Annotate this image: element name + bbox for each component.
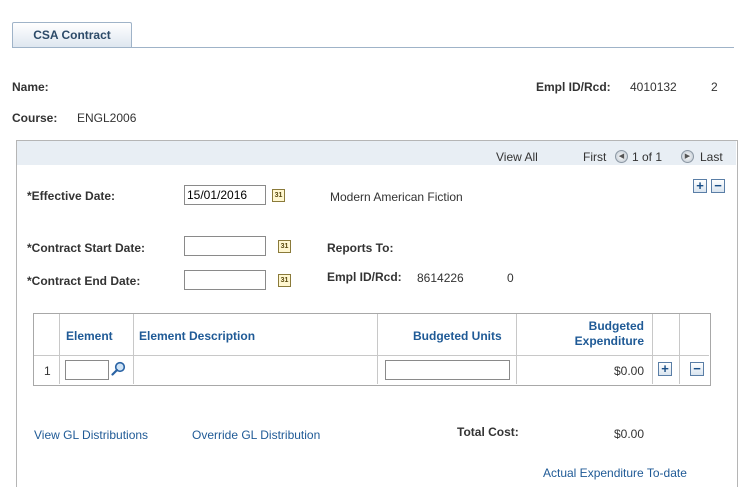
magnifier-icon[interactable] — [111, 361, 127, 377]
delete-row-button[interactable]: − — [711, 179, 725, 193]
empl-id-label: Empl ID/Rcd: — [536, 80, 611, 94]
contract-start-label: *Contract Start Date: — [27, 241, 146, 255]
total-cost-label: Total Cost: — [457, 425, 519, 439]
grid-col-divider — [652, 314, 653, 384]
actual-expenditure-link[interactable]: Actual Expenditure To-date — [543, 466, 687, 480]
reports-empl-rcd: 0 — [507, 271, 514, 285]
effective-date-input[interactable] — [184, 185, 266, 205]
left-arrow-icon[interactable]: ◀ — [615, 150, 628, 163]
view-all-link[interactable]: View All — [496, 150, 538, 164]
grid-col-divider — [679, 314, 680, 384]
name-label: Name: — [12, 80, 49, 94]
contract-end-input[interactable] — [184, 270, 266, 290]
override-gl-distribution-link[interactable]: Override GL Distribution — [192, 428, 320, 442]
right-arrow-icon[interactable]: ▶ — [681, 150, 694, 163]
empl-id-value: 4010132 — [630, 80, 677, 94]
calendar-icon[interactable]: 31 — [278, 240, 291, 253]
grid-header-divider — [34, 355, 709, 356]
grid-col-divider — [377, 314, 378, 384]
budgeted-units-input[interactable] — [385, 360, 510, 380]
tab-divider — [12, 47, 734, 48]
add-row-button[interactable]: + — [693, 179, 707, 193]
empl-rcd-value: 2 — [711, 80, 718, 94]
budgeted-expenditure-value: $0.00 — [613, 364, 644, 378]
view-gl-distributions-link[interactable]: View GL Distributions — [34, 428, 148, 442]
grid-col-divider — [516, 314, 517, 384]
row-count: 1 of 1 — [632, 150, 663, 164]
grid-col-divider — [133, 314, 134, 384]
col-header-element[interactable]: Element — [66, 329, 113, 343]
reports-empl-id: 8614226 — [417, 271, 464, 285]
course-title: Modern American Fiction — [330, 190, 463, 204]
delete-grid-row-button[interactable]: − — [690, 362, 704, 376]
tab-csa-contract[interactable]: CSA Contract — [12, 22, 132, 48]
row-number: 1 — [44, 364, 51, 378]
calendar-icon[interactable]: 31 — [272, 189, 285, 202]
col-header-units[interactable]: Budgeted Units — [413, 329, 502, 343]
first-link[interactable]: First — [583, 150, 606, 164]
total-cost-value: $0.00 — [613, 427, 644, 441]
add-grid-row-button[interactable]: + — [658, 362, 672, 376]
col-header-description[interactable]: Element Description — [139, 329, 255, 343]
course-value: ENGL2006 — [77, 111, 137, 125]
contract-end-label: *Contract End Date: — [27, 274, 141, 288]
last-link[interactable]: Last — [700, 150, 723, 164]
calendar-icon[interactable]: 31 — [278, 274, 291, 287]
element-input[interactable] — [65, 360, 109, 380]
contract-start-input[interactable] — [184, 236, 266, 256]
grid-col-divider — [59, 314, 60, 384]
reports-to-label: Reports To: — [327, 241, 394, 255]
col-header-expenditure[interactable]: Budgeted Expenditure — [548, 319, 644, 349]
box-header — [17, 141, 736, 165]
reports-empl-label: Empl ID/Rcd: — [327, 270, 402, 284]
effective-date-label: *Effective Date: — [27, 189, 116, 203]
course-label: Course: — [12, 111, 58, 125]
